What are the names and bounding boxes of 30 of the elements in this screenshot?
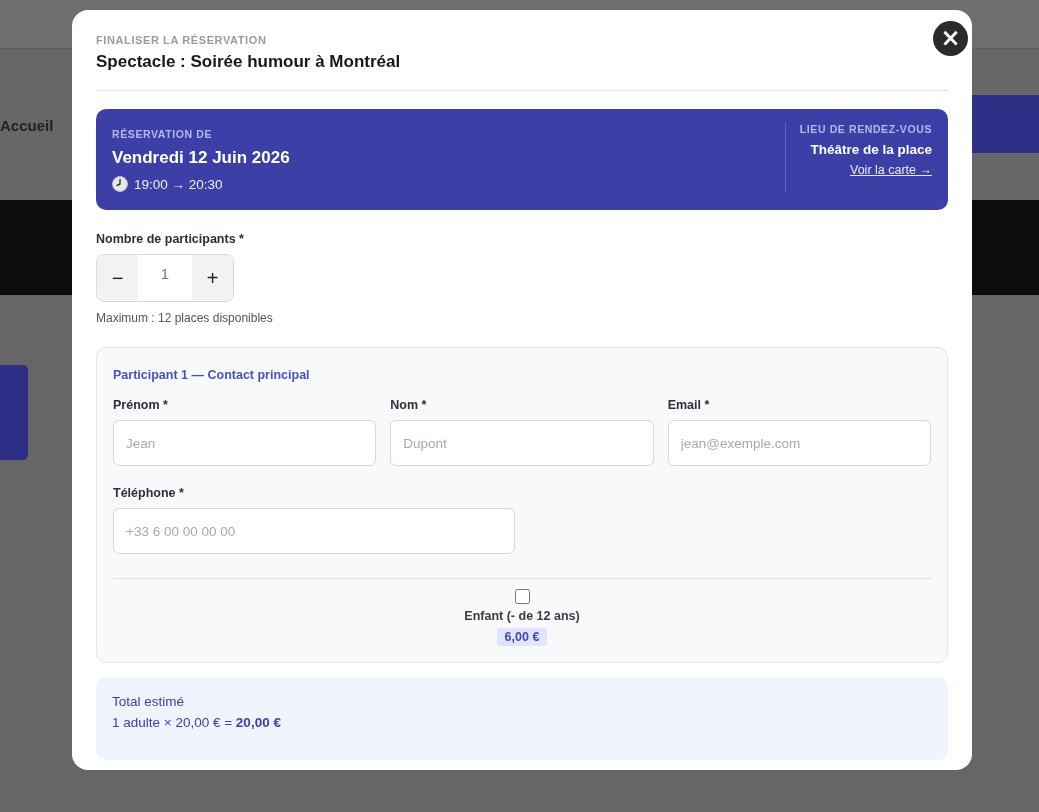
venue-name: Théâtre de la place xyxy=(810,142,932,157)
increment-button[interactable]: + xyxy=(192,255,233,301)
booking-date: Vendredi 12 Juin 2026 xyxy=(112,148,290,168)
participants-label: Nombre de participants * xyxy=(96,232,245,246)
booking-time: 19:00 → 20:30 xyxy=(134,176,223,192)
field-label: Prénom * xyxy=(113,398,169,412)
decrement-button[interactable]: − xyxy=(97,255,138,301)
clock-icon xyxy=(112,176,128,192)
input-field[interactable]: jean@exemple.com xyxy=(667,420,931,466)
field-label: Nom * xyxy=(390,398,428,412)
child-price: 6,00 € xyxy=(496,628,548,646)
child-label: Enfant (- de 12 ans) xyxy=(464,609,580,623)
booking-label: RÉSERVATION DE xyxy=(112,128,213,140)
map-link[interactable]: Voir la carte → xyxy=(850,163,932,177)
page-button-background xyxy=(969,95,1039,153)
input-field[interactable]: Dupont xyxy=(390,420,654,466)
participants-stepper[interactable]: − 1 + xyxy=(96,254,234,302)
dialog-eyebrow: FINALISER LA RÉSERVATION xyxy=(96,34,268,46)
participants-hint: Maximum : 12 places disponibles xyxy=(96,311,274,325)
field-label: Email * xyxy=(667,398,711,412)
participant-title: Participant 1 — Contact principal xyxy=(113,368,311,382)
total-label: Total estimé xyxy=(112,694,186,709)
child-checkbox[interactable] xyxy=(514,589,530,604)
dialog-title: Spectacle : Soirée humour à Montréal xyxy=(96,52,402,72)
page-heading: Accueil xyxy=(0,117,54,134)
input-field[interactable]: +33 6 00 00 00 00 xyxy=(113,508,515,554)
input-field[interactable]: Jean xyxy=(113,420,377,466)
total-line: 1 adulte × 20,00 € = 20,00 € xyxy=(112,715,282,730)
venue-label: LIEU DE RENDEZ-VOUS xyxy=(799,123,932,135)
field-label: Téléphone * xyxy=(113,486,185,500)
